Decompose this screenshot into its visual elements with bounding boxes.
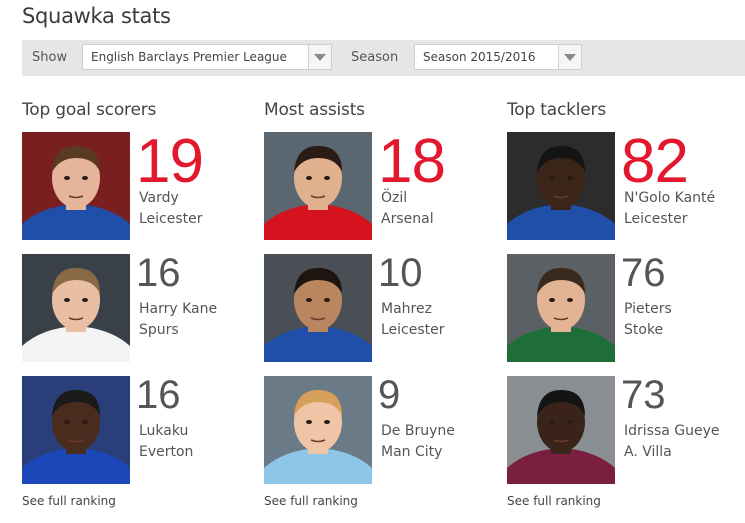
player-photo[interactable] [264,254,372,362]
season-label: Season [351,50,399,65]
player-team: Leicester [139,211,203,227]
see-full-ranking-link[interactable]: See full ranking [507,494,601,508]
player-name[interactable]: Idrissa Gueye [624,423,720,439]
column-title: Top tacklers [507,100,606,120]
player-name[interactable]: Lukaku [139,423,188,439]
player-team: Spurs [139,322,179,338]
player-name[interactable]: Mahrez [381,301,432,317]
league-select-dropdown-button[interactable] [308,45,331,69]
season-select-value: Season 2015/2016 [423,50,536,64]
player-stat-value: 9 [378,373,401,417]
filter-bar: Show English Barclays Premier League Sea… [22,40,745,76]
player-entry[interactable]: 19 Vardy Leicester [22,127,262,242]
player-team: Leicester [381,322,445,338]
player-entry[interactable]: 76 Pieters Stoke [507,251,745,364]
column-title: Top goal scorers [22,100,157,120]
league-select-value: English Barclays Premier League [91,50,287,64]
see-full-ranking-link[interactable]: See full ranking [264,494,358,508]
player-name[interactable]: Vardy [139,190,179,206]
season-select-dropdown-button[interactable] [558,45,581,69]
player-name[interactable]: Pieters [624,301,672,317]
player-photo[interactable] [507,132,615,240]
chevron-down-icon [314,54,326,61]
season-select[interactable]: Season 2015/2016 [414,44,582,70]
player-stat-value: 76 [621,251,666,295]
player-photo[interactable] [22,254,130,362]
player-photo[interactable] [507,376,615,484]
player-entry[interactable]: 9 De Bruyne Man City [264,373,504,486]
player-photo[interactable] [507,254,615,362]
player-stat-value: 19 [136,127,204,196]
player-stat-value: 10 [378,251,423,295]
player-stat-value: 16 [136,373,181,417]
player-entry[interactable]: 82 N'Golo Kanté Leicester [507,127,745,242]
player-team: Stoke [624,322,664,338]
player-stat-value: 18 [378,127,446,196]
player-entry[interactable]: 73 Idrissa Gueye A. Villa [507,373,745,486]
player-name[interactable]: Özil [381,190,407,206]
player-entry[interactable]: 16 Harry Kane Spurs [22,251,262,364]
player-entry[interactable]: 18 Özil Arsenal [264,127,504,242]
player-name[interactable]: Harry Kane [139,301,217,317]
player-team: Man City [381,444,443,460]
player-photo[interactable] [22,132,130,240]
chevron-down-icon [564,54,576,61]
player-team: Arsenal [381,211,434,227]
player-stat-value: 73 [621,373,666,417]
player-name[interactable]: De Bruyne [381,423,455,439]
player-team: A. Villa [624,444,672,460]
show-label: Show [32,50,68,65]
league-select[interactable]: English Barclays Premier League [82,44,332,70]
player-photo[interactable] [264,132,372,240]
column-title: Most assists [264,100,365,120]
player-photo[interactable] [264,376,372,484]
player-team: Everton [139,444,194,460]
player-photo[interactable] [22,376,130,484]
player-stat-value: 16 [136,251,181,295]
player-entry[interactable]: 16 Lukaku Everton [22,373,262,486]
page-title: Squawka stats [22,4,171,28]
player-stat-value: 82 [621,127,689,196]
player-team: Leicester [624,211,688,227]
see-full-ranking-link[interactable]: See full ranking [22,494,116,508]
player-entry[interactable]: 10 Mahrez Leicester [264,251,504,364]
player-name[interactable]: N'Golo Kanté [624,190,715,206]
